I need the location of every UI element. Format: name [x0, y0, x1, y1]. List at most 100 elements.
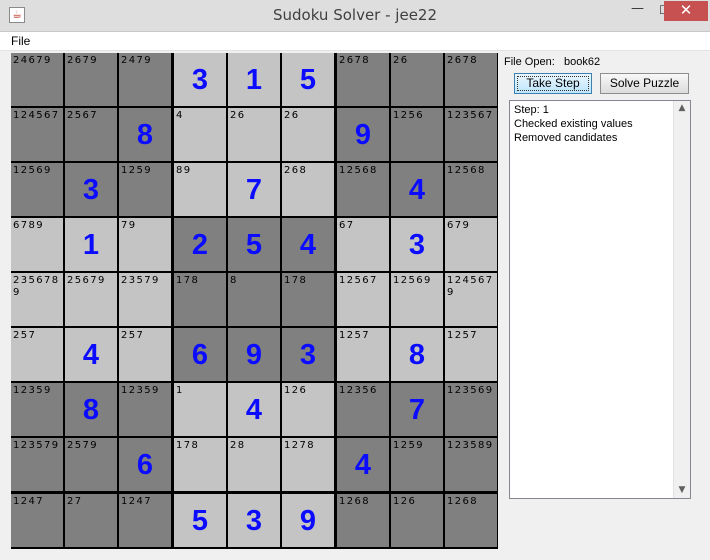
step-log[interactable]: Step: 1 Checked existing values Removed … — [509, 100, 691, 499]
sudoku-cell[interactable]: 12568 — [337, 163, 389, 216]
solve-puzzle-button[interactable]: Solve Puzzle — [600, 73, 689, 94]
sudoku-cell[interactable]: 23579 — [119, 273, 171, 326]
cell-candidates: 12359 — [121, 385, 160, 396]
sudoku-cell[interactable]: 1 — [174, 383, 226, 436]
sudoku-cell[interactable]: 1 — [65, 218, 117, 271]
minimize-button[interactable]: — — [624, 1, 651, 21]
sudoku-cell[interactable]: 12568 — [445, 163, 497, 216]
sudoku-cell[interactable]: 5 — [282, 53, 334, 106]
sudoku-cell[interactable]: 8 — [391, 328, 443, 381]
sudoku-cell[interactable]: 6 — [119, 438, 171, 491]
sudoku-cell[interactable]: 1268 — [337, 494, 389, 547]
sudoku-cell[interactable]: 79 — [119, 218, 171, 271]
sudoku-cell[interactable]: 3 — [174, 53, 226, 106]
sudoku-cell[interactable]: 26 — [282, 108, 334, 161]
sudoku-cell[interactable]: 28 — [228, 438, 280, 491]
sudoku-cell[interactable]: 1256 — [391, 108, 443, 161]
sudoku-cell[interactable]: 123567 — [445, 108, 497, 161]
sudoku-cell[interactable]: 7 — [391, 383, 443, 436]
sudoku-cell[interactable]: 268 — [282, 163, 334, 216]
sudoku-cell[interactable]: 126 — [391, 494, 443, 547]
sudoku-cell[interactable]: 679 — [445, 218, 497, 271]
sudoku-cell[interactable]: 25679 — [65, 273, 117, 326]
take-step-button[interactable]: Take Step — [514, 73, 592, 94]
sudoku-cell[interactable]: 257 — [119, 328, 171, 381]
cell-candidates: 1247 — [121, 496, 153, 507]
close-button[interactable]: ✕ — [664, 1, 708, 21]
sudoku-cell[interactable]: 178 — [174, 438, 226, 491]
sudoku-cell[interactable]: 123589 — [445, 438, 497, 491]
sudoku-cell[interactable]: 1 — [228, 53, 280, 106]
log-scrollbar[interactable]: ▲ ▼ — [673, 101, 690, 498]
sudoku-cell[interactable]: 6789 — [11, 218, 63, 271]
cell-candidates: 1268 — [339, 496, 371, 507]
sudoku-cell[interactable]: 4 — [228, 383, 280, 436]
sudoku-cell[interactable]: 12356 — [337, 383, 389, 436]
sudoku-cell[interactable]: 26 — [391, 53, 443, 106]
sudoku-cell[interactable]: 2679 — [65, 53, 117, 106]
sudoku-cell[interactable]: 12359 — [119, 383, 171, 436]
sudoku-cell[interactable]: 4 — [391, 163, 443, 216]
sudoku-cell[interactable]: 3 — [65, 163, 117, 216]
sudoku-cell[interactable]: 2 — [174, 218, 226, 271]
sudoku-cell[interactable]: 8 — [119, 108, 171, 161]
sudoku-cell[interactable]: 2678 — [445, 53, 497, 106]
sudoku-cell[interactable]: 1257 — [445, 328, 497, 381]
sudoku-cell[interactable]: 12569 — [11, 163, 63, 216]
sudoku-cell[interactable]: 8 — [228, 273, 280, 326]
scroll-down-arrow-icon[interactable]: ▼ — [674, 483, 690, 498]
sudoku-cell[interactable]: 5 — [174, 494, 226, 547]
sudoku-cell[interactable]: 67 — [337, 218, 389, 271]
sudoku-cell[interactable]: 1247 — [11, 494, 63, 547]
sudoku-cell[interactable]: 27 — [65, 494, 117, 547]
sudoku-cell[interactable]: 12359 — [11, 383, 63, 436]
cell-candidates: 1257 — [447, 330, 479, 341]
cell-candidates: 2678 — [339, 55, 371, 66]
menu-file[interactable]: File — [11, 34, 30, 48]
sudoku-cell[interactable]: 26 — [228, 108, 280, 161]
scroll-up-arrow-icon[interactable]: ▲ — [674, 101, 690, 116]
sudoku-cell[interactable]: 89 — [174, 163, 226, 216]
cell-value: 4 — [354, 449, 372, 481]
sudoku-cell[interactable]: 123579 — [11, 438, 63, 491]
sudoku-cell[interactable]: 3 — [391, 218, 443, 271]
sudoku-cell[interactable]: 124567 — [11, 108, 63, 161]
sudoku-cell[interactable]: 178 — [282, 273, 334, 326]
sudoku-cell[interactable]: 4 — [174, 108, 226, 161]
sudoku-cell[interactable]: 2579 — [65, 438, 117, 491]
sudoku-cell[interactable]: 1259 — [119, 163, 171, 216]
sudoku-cell[interactable]: 8 — [65, 383, 117, 436]
sudoku-cell[interactable]: 12569 — [391, 273, 443, 326]
cell-candidates: 26 — [230, 110, 246, 121]
sudoku-cell[interactable]: 3 — [282, 328, 334, 381]
sudoku-cell[interactable]: 123569 — [445, 383, 497, 436]
sudoku-cell[interactable]: 12567 — [337, 273, 389, 326]
sudoku-cell[interactable]: 5 — [228, 218, 280, 271]
cell-candidates: 12569 — [13, 165, 52, 176]
sudoku-cell[interactable]: 9 — [282, 494, 334, 547]
sudoku-cell[interactable]: 178 — [174, 273, 226, 326]
sudoku-cell[interactable]: 1259 — [391, 438, 443, 491]
file-open-label: File Open: — [504, 56, 555, 68]
sudoku-cell[interactable]: 1245679 — [445, 273, 497, 326]
cell-candidates: 26 — [393, 55, 409, 66]
sudoku-cell[interactable]: 6 — [174, 328, 226, 381]
sudoku-cell[interactable]: 4 — [337, 438, 389, 491]
sudoku-cell[interactable]: 24679 — [11, 53, 63, 106]
sudoku-cell[interactable]: 2479 — [119, 53, 171, 106]
sudoku-cell[interactable]: 9 — [228, 328, 280, 381]
sudoku-cell[interactable]: 1247 — [119, 494, 171, 547]
sudoku-cell[interactable]: 2678 — [337, 53, 389, 106]
sudoku-cell[interactable]: 9 — [337, 108, 389, 161]
sudoku-cell[interactable]: 7 — [228, 163, 280, 216]
sudoku-cell[interactable]: 1278 — [282, 438, 334, 491]
sudoku-cell[interactable]: 2567 — [65, 108, 117, 161]
sudoku-cell[interactable]: 2356789 — [11, 273, 63, 326]
sudoku-cell[interactable]: 126 — [282, 383, 334, 436]
sudoku-cell[interactable]: 257 — [11, 328, 63, 381]
sudoku-cell[interactable]: 3 — [228, 494, 280, 547]
sudoku-cell[interactable]: 1257 — [337, 328, 389, 381]
sudoku-cell[interactable]: 4 — [65, 328, 117, 381]
sudoku-cell[interactable]: 1268 — [445, 494, 497, 547]
sudoku-cell[interactable]: 4 — [282, 218, 334, 271]
